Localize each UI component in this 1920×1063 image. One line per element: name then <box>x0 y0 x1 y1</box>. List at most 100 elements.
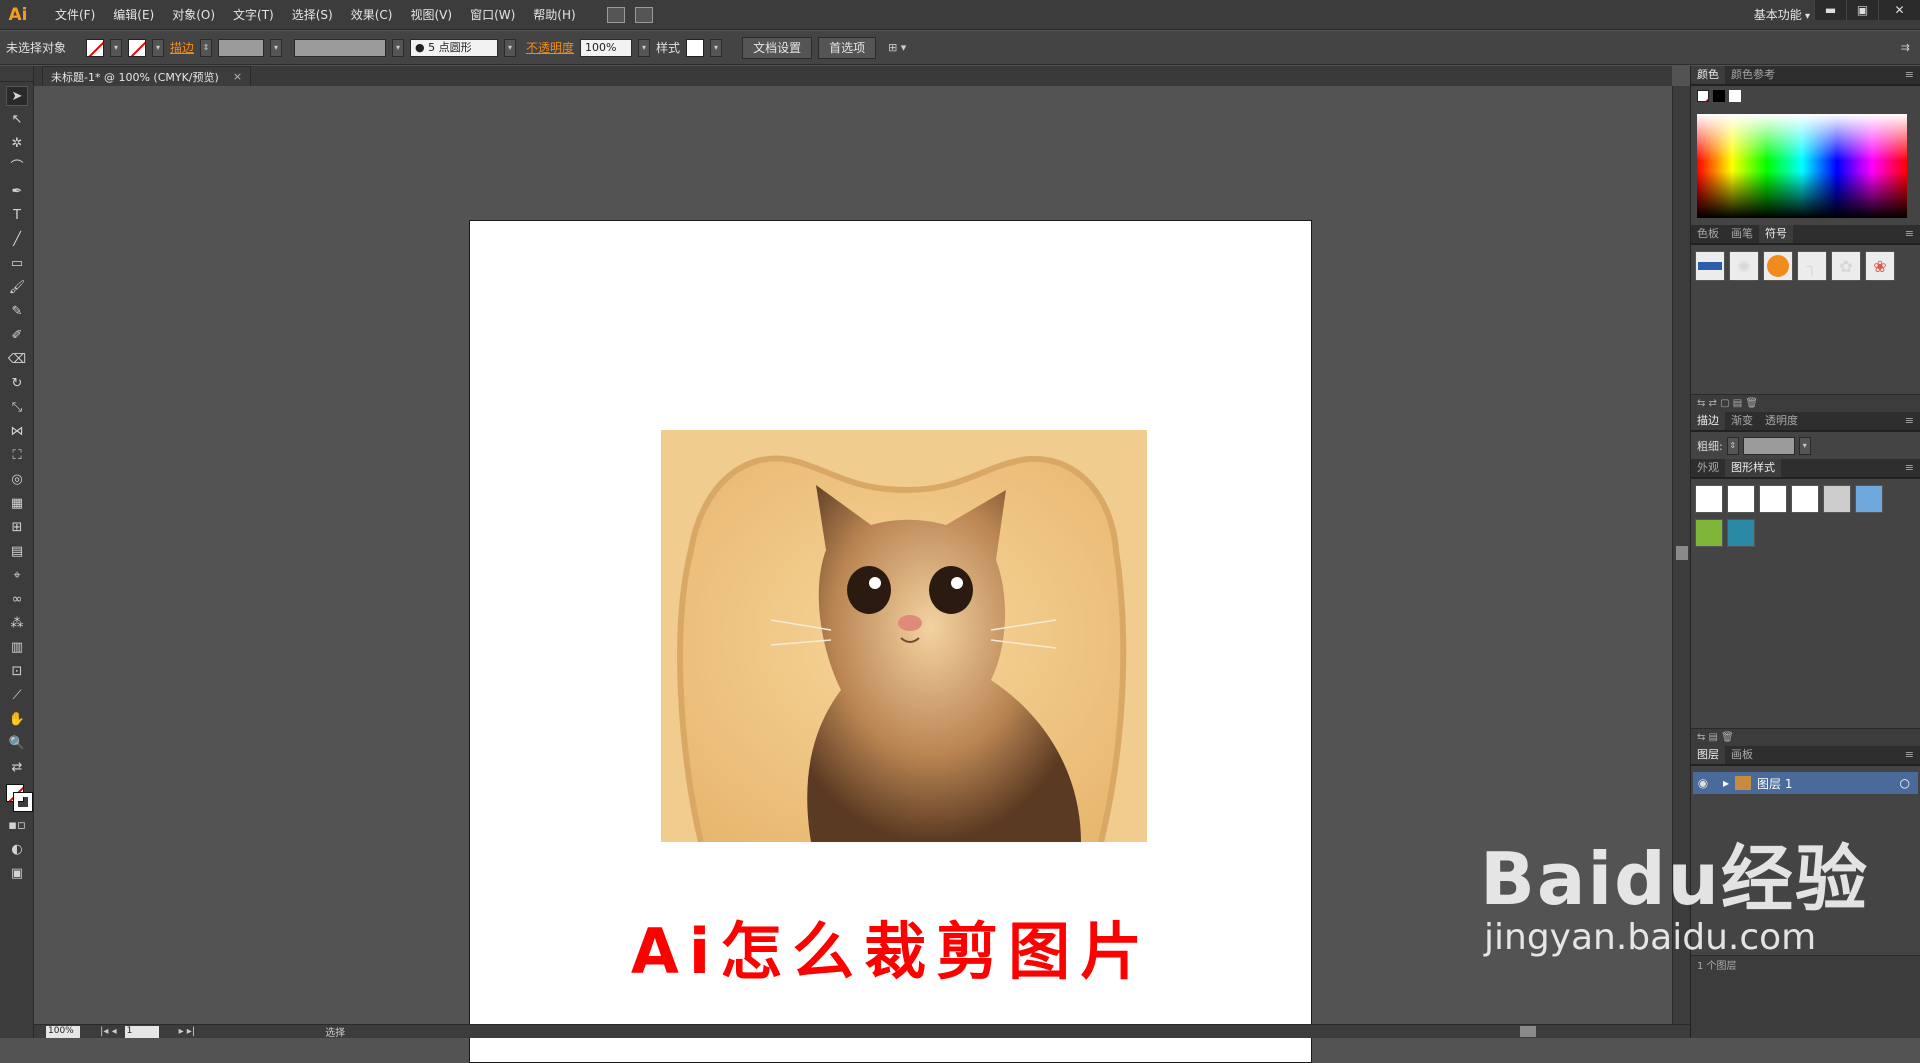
opacity-label[interactable]: 不透明度 <box>526 39 574 56</box>
menu-type[interactable]: 文字(T) <box>224 0 283 30</box>
free-transform-tool-icon[interactable]: ⛶ <box>6 446 28 466</box>
workspace-switcher[interactable]: 基本功能 <box>1754 0 1810 32</box>
horizontal-scroll-thumb[interactable] <box>1520 1026 1536 1037</box>
symbol-blue-banner-icon[interactable] <box>1695 251 1725 281</box>
perspective-grid-tool-icon[interactable]: ▦ <box>6 494 28 514</box>
graphic-style-5[interactable] <box>1823 485 1851 513</box>
vertical-scroll-thumb[interactable] <box>1676 546 1688 560</box>
stroke-weight-dropdown[interactable]: ▾ <box>270 38 283 57</box>
variable-width-dropdown[interactable]: ▾ <box>392 38 405 57</box>
tab-gradient[interactable]: 渐变 <box>1725 412 1759 430</box>
color-mode-icons[interactable]: ▪▫ <box>6 816 28 836</box>
paintbrush-tool-icon[interactable]: 🖌 <box>6 278 28 298</box>
none-color-icon[interactable] <box>1697 90 1709 102</box>
graphic-style-3[interactable] <box>1759 485 1787 513</box>
artboard-nav-prev-icon[interactable]: |◂ ◂ <box>100 1026 117 1037</box>
menu-view[interactable]: 视图(V) <box>401 0 461 30</box>
eraser-tool-icon[interactable]: ⌫ <box>6 350 28 370</box>
white-color-icon[interactable] <box>1729 90 1741 102</box>
tab-swatches[interactable]: 色板 <box>1691 225 1725 243</box>
layer-row[interactable]: ◉ ▸ 图层 1 ○ <box>1693 772 1918 794</box>
align-icon[interactable]: ⊞ ▾ <box>888 41 906 54</box>
lasso-tool-icon[interactable]: ⌒ <box>6 158 28 178</box>
blend-tool-icon[interactable]: ∞ <box>6 590 28 610</box>
slice-tool-icon[interactable]: ⟋ <box>6 686 28 706</box>
maximize-button[interactable]: ▣ <box>1846 0 1878 20</box>
mesh-tool-icon[interactable]: ⊞ <box>6 518 28 538</box>
menu-file[interactable]: 文件(F) <box>46 0 104 30</box>
layer-target-icon[interactable]: ○ <box>1900 776 1910 790</box>
visibility-eye-icon[interactable]: ◉ <box>1693 776 1713 790</box>
color-spectrum[interactable] <box>1697 114 1907 218</box>
tools-grip[interactable] <box>0 66 33 82</box>
tab-artboards[interactable]: 画板 <box>1725 746 1759 764</box>
fill-stroke-indicator[interactable] <box>2 782 33 812</box>
status-mode[interactable]: 选择 <box>325 1024 345 1039</box>
blob-brush-tool-icon[interactable]: ✐ <box>6 326 28 346</box>
selection-tool-icon[interactable]: ➤ <box>6 86 28 106</box>
minimize-button[interactable]: ▬ <box>1814 0 1846 20</box>
preferences-button[interactable]: 首选项 <box>818 36 877 59</box>
symbol-sprayer-tool-icon[interactable]: ⁂ <box>6 614 28 634</box>
arrange-documents-icon[interactable] <box>634 6 653 23</box>
panel-menu-icon[interactable]: ≡ <box>1899 412 1920 430</box>
tab-transparency[interactable]: 透明度 <box>1759 412 1804 430</box>
line-tool-icon[interactable]: ╱ <box>6 230 28 250</box>
menu-help[interactable]: 帮助(H) <box>524 0 584 30</box>
expand-layer-icon[interactable]: ▸ <box>1723 776 1729 790</box>
tab-color-guide[interactable]: 颜色参考 <box>1725 66 1781 84</box>
stroke-weight-select[interactable]: ▾ <box>1798 436 1811 455</box>
rectangle-tool-icon[interactable]: ▭ <box>6 254 28 274</box>
tab-stroke[interactable]: 描边 <box>1691 412 1725 430</box>
shape-builder-tool-icon[interactable]: ◎ <box>6 470 28 490</box>
panel-menu-icon[interactable]: ≡ <box>1899 66 1920 84</box>
artboard-nav-next-icon[interactable]: ▸ ▸| <box>179 1026 196 1037</box>
kitten-photo[interactable] <box>661 430 1147 842</box>
opacity-field[interactable]: 100% <box>580 38 633 57</box>
panel-menu-icon[interactable]: ≡ <box>1899 459 1920 477</box>
document-setup-button[interactable]: 文档设置 <box>742 36 813 59</box>
layer-name[interactable]: 图层 1 <box>1757 775 1792 792</box>
style-dropdown[interactable]: ▾ <box>710 38 723 57</box>
stroke-indicator[interactable] <box>13 792 33 812</box>
black-color-icon[interactable] <box>1713 90 1725 102</box>
brush-dropdown[interactable]: ▾ <box>504 38 517 57</box>
graphic-style-default[interactable] <box>1695 485 1723 513</box>
symbol-ring-icon[interactable]: ✿ <box>1831 251 1861 281</box>
fill-swatch[interactable] <box>86 38 105 57</box>
fill-stroke-swap-icon[interactable]: ⇄ <box>6 758 28 778</box>
screen-mode-icon[interactable]: ▣ <box>6 864 28 884</box>
symbol-orange-orb-icon[interactable] <box>1763 251 1793 281</box>
hand-tool-icon[interactable]: ✋ <box>6 710 28 730</box>
menu-effect[interactable]: 效果(C) <box>342 0 402 30</box>
panel-menu-icon[interactable]: ≡ <box>1899 746 1920 764</box>
close-button[interactable]: ✕ <box>1878 0 1920 20</box>
symbol-ink-icon[interactable]: ╮ <box>1797 251 1827 281</box>
eyedropper-tool-icon[interactable]: ⌖ <box>6 566 28 586</box>
artboard-tool-icon[interactable]: ⊡ <box>6 662 28 682</box>
variable-width-field[interactable] <box>294 38 387 57</box>
zoom-tool-icon[interactable]: 🔍 <box>6 734 28 754</box>
direct-selection-tool-icon[interactable]: ↖ <box>6 110 28 130</box>
tab-brushes[interactable]: 画笔 <box>1725 225 1759 243</box>
graphic-style-2[interactable] <box>1727 485 1755 513</box>
stroke-weight-input[interactable] <box>1742 436 1795 455</box>
stroke-weight-stepper[interactable]: ⇕ <box>1726 436 1739 455</box>
document-tab[interactable]: 未标题-1* @ 100% (CMYK/预览) × <box>42 66 252 86</box>
stroke-label[interactable]: 描边 <box>170 39 194 56</box>
control-menu-icon[interactable]: ⇉ <box>1901 41 1910 54</box>
opacity-dropdown[interactable]: ▾ <box>638 38 651 57</box>
stroke-stepper[interactable]: ⇕ <box>200 38 213 57</box>
artboard[interactable]: Ai怎么裁剪图片 <box>469 220 1312 1063</box>
rotate-tool-icon[interactable]: ↻ <box>6 374 28 394</box>
horizontal-scrollbar[interactable] <box>490 1025 1690 1038</box>
tab-appearance[interactable]: 外观 <box>1691 459 1725 477</box>
stroke-swatch[interactable] <box>128 38 147 57</box>
panel-menu-icon[interactable]: ≡ <box>1899 225 1920 243</box>
menu-object[interactable]: 对象(O) <box>163 0 224 30</box>
brush-field[interactable]: ● 5 点圆形 <box>410 38 499 57</box>
menu-select[interactable]: 选择(S) <box>283 0 342 30</box>
style-swatch[interactable] <box>686 38 705 57</box>
tab-color[interactable]: 颜色 <box>1691 66 1725 84</box>
type-tool-icon[interactable]: T <box>6 206 28 226</box>
